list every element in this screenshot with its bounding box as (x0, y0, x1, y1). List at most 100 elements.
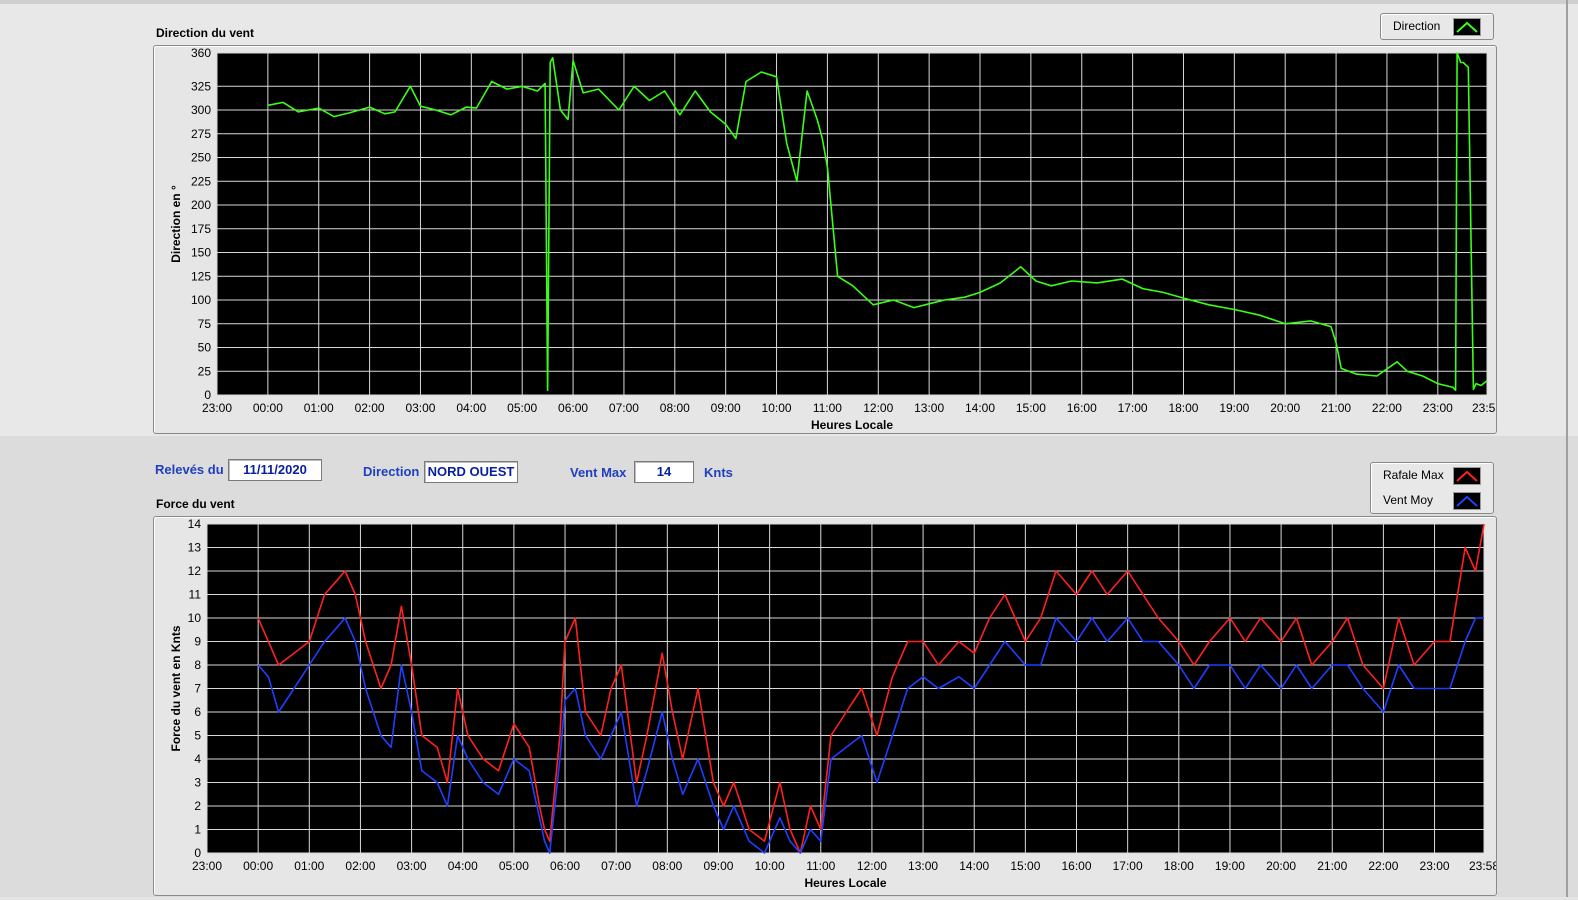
x-tick-label: 04:00 (448, 859, 478, 873)
y-tick-label: 6 (194, 705, 201, 719)
x-tick-label: 20:00 (1266, 859, 1296, 873)
x-tick-label: 11:00 (813, 401, 842, 415)
y-tick-label: 275 (191, 127, 211, 141)
force-legend[interactable]: Rafale Max Vent Moy (1370, 462, 1494, 514)
direction-label: Direction (363, 464, 420, 479)
y-tick-label: 1 (194, 823, 201, 837)
direction-chart-panel: 23:00 00:00 01:00 02:00 03:00 04:00 05:00 06:00… (153, 45, 1502, 434)
x-tick-label: 16:00 (1061, 859, 1091, 873)
x-tick-label: 05:00 (499, 859, 529, 873)
y-axis-label: Force du vent en Knts (169, 625, 183, 751)
y-tick-label: 7 (194, 682, 201, 696)
y-tick-label: 50 (198, 341, 212, 355)
x-tick-label: 23:00 (1420, 859, 1450, 873)
x-tick-label: 07:00 (609, 401, 639, 415)
y-tick-label: 12 (188, 564, 202, 578)
x-tick-label: 18:00 (1164, 859, 1194, 873)
x-tick-label: 08:00 (652, 859, 682, 873)
plot-area (217, 53, 1487, 395)
x-tick-label: 18:00 (1168, 401, 1198, 415)
x-tick-label: 22:00 (1372, 401, 1402, 415)
y-tick-label: 25 (198, 364, 212, 378)
x-tick-label: 22:00 (1368, 859, 1398, 873)
y-tick-label: 14 (188, 517, 202, 531)
x-tick-label: 08:00 (660, 401, 690, 415)
y-tick-label: 325 (191, 79, 211, 93)
releves-label: Relevés du (155, 462, 224, 477)
y-tick-label: 200 (191, 198, 211, 212)
x-tick-label: 10:00 (762, 401, 792, 415)
y-tick-label: 250 (191, 151, 211, 165)
x-tick-label: 17:00 (1113, 859, 1143, 873)
x-tick-label: 01:00 (304, 401, 334, 415)
vent-max-field[interactable]: 14 (634, 461, 694, 483)
legend-line-icon (1456, 495, 1478, 507)
x-tick-label: 11:00 (806, 859, 835, 873)
x-tick-label: 09:00 (711, 401, 741, 415)
x-axis-label: Heures Locale (811, 418, 893, 432)
x-tick-label: 14:00 (965, 401, 995, 415)
x-tick-label: 15:00 (1016, 401, 1046, 415)
legend-swatch-rafale-max (1453, 467, 1481, 485)
x-tick-label: 23:00 (202, 401, 232, 415)
y-tick-label: 5 (194, 729, 201, 743)
legend-label-vent-moy: Vent Moy (1383, 493, 1434, 507)
legend-swatch-direction (1453, 18, 1481, 36)
x-axis-label: Heures Locale (804, 876, 886, 890)
x-tick-label: 21:00 (1317, 859, 1347, 873)
direction-chart: 23:00 00:00 01:00 02:00 03:00 04:00 05:00 06:00… (169, 46, 1502, 432)
direction-chart-title: Direction du vent (156, 26, 255, 40)
x-tick-label: 23:00 (192, 859, 222, 873)
legend-item-direction[interactable]: Direction (1381, 15, 1493, 37)
y-tick-label: 10 (188, 611, 202, 625)
legend-line-icon (1456, 470, 1478, 482)
x-tick-label: 02:00 (345, 859, 375, 873)
x-tick-label: 02:00 (355, 401, 385, 415)
x-tick-label: 19:00 (1215, 859, 1245, 873)
y-tick-label: 0 (194, 846, 201, 860)
y-tick-label: 150 (191, 246, 211, 260)
direction-field[interactable]: NORD OUEST (424, 461, 518, 483)
y-tick-label: 360 (191, 46, 211, 60)
x-tick-label: 05:00 (507, 401, 537, 415)
x-tick-label: 07:00 (601, 859, 631, 873)
x-tick-label: 15:00 (1010, 859, 1040, 873)
legend-label-rafale-max: Rafale Max (1383, 468, 1444, 482)
right-scroll-edge[interactable] (1566, 0, 1568, 897)
releves-date-field[interactable]: 11/11/2020 (228, 459, 322, 481)
y-tick-label: 125 (191, 269, 211, 283)
y-tick-label: 8 (194, 658, 201, 672)
x-tick-label: 12:00 (863, 401, 893, 415)
y-tick-label: 100 (191, 293, 211, 307)
x-tick-label: 03:00 (405, 401, 435, 415)
force-chart-panel: 23:00 00:00 01:00 02:00 03:00 04:00 05:00 06:00… (153, 516, 1499, 896)
legend-item-rafale-max[interactable]: Rafale Max (1371, 464, 1493, 486)
x-tick-label: 00:00 (243, 859, 273, 873)
x-tick-label: 06:00 (558, 401, 588, 415)
x-tick-label: 01:00 (294, 859, 324, 873)
y-tick-label: 3 (194, 776, 201, 790)
legend-item-vent-moy[interactable]: Vent Moy (1371, 489, 1493, 511)
x-tick-label: 20:00 (1270, 401, 1300, 415)
y-tick-label: 300 (191, 103, 211, 117)
knts-unit-label: Knts (704, 465, 733, 480)
x-tick-label: 00:00 (253, 401, 283, 415)
y-tick-label: 4 (194, 752, 201, 766)
y-tick-label: 9 (194, 635, 201, 649)
x-tick-label: 13:00 (908, 859, 938, 873)
y-tick-label: 11 (189, 588, 202, 602)
x-tick-label: 23:58 (1472, 401, 1496, 415)
x-tick-label: 23:58 (1469, 859, 1496, 873)
y-axis-label: Direction en ° (169, 185, 183, 263)
legend-label-direction: Direction (1393, 19, 1441, 33)
x-tick-label: 13:00 (914, 401, 944, 415)
y-tick-label: 225 (191, 174, 211, 188)
legend-line-icon (1456, 21, 1478, 33)
x-tick-label: 19:00 (1219, 401, 1249, 415)
x-tick-label: 06:00 (550, 859, 580, 873)
x-tick-label: 23:00 (1423, 401, 1453, 415)
x-tick-label: 03:00 (397, 859, 427, 873)
vent-max-label: Vent Max (570, 465, 627, 480)
x-tick-label: 04:00 (456, 401, 486, 415)
direction-legend[interactable]: Direction (1380, 13, 1494, 40)
